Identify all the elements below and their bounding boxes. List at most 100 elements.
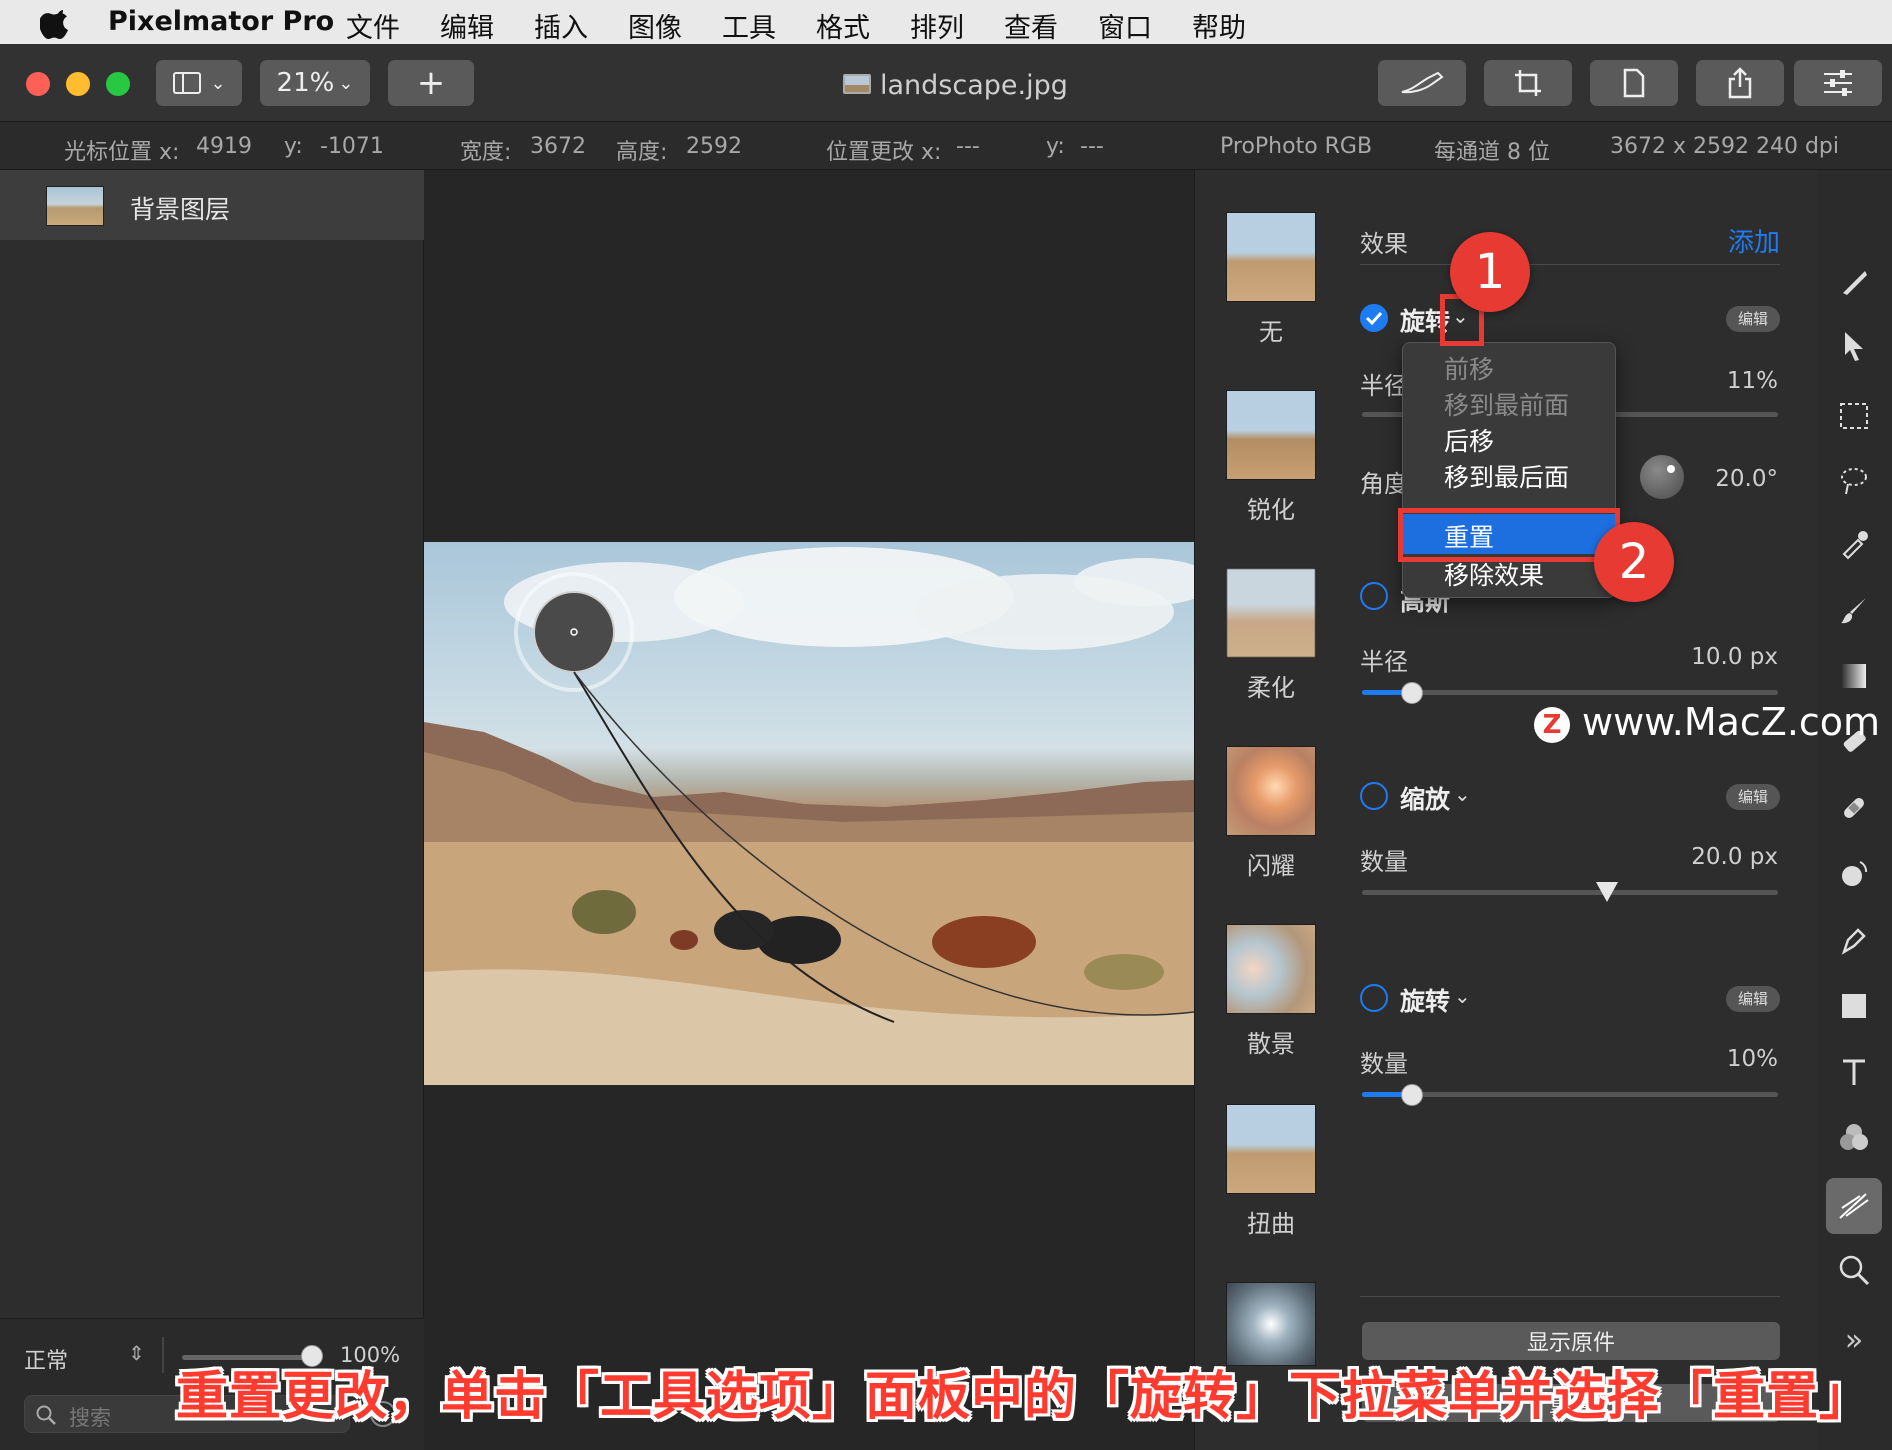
twirl-radius-value: 11% <box>1726 368 1778 394</box>
preset-label-none: 无 <box>1259 318 1283 346</box>
checkmark-icon <box>1365 311 1383 326</box>
menu-item-bring-forward[interactable]: 前移 <box>1444 350 1494 386</box>
up-down-chevron-icon[interactable]: ⇕ <box>128 1341 145 1365</box>
menu-item-bring-to-front[interactable]: 移到最前面 <box>1444 386 1569 422</box>
style-tool-icon[interactable] <box>1834 262 1874 302</box>
highlight-box-reset <box>1398 508 1620 562</box>
zoom-dropdown-chevron[interactable]: ⌄ <box>1454 782 1471 806</box>
preset-thumbnail-bokeh[interactable] <box>1226 924 1316 1014</box>
blur-radius-slider-knob[interactable] <box>1400 682 1423 704</box>
lasso-select-icon[interactable] <box>1834 460 1874 500</box>
twirl2-amount-slider-knob[interactable] <box>1400 1084 1423 1106</box>
share-button[interactable] <box>1696 60 1784 106</box>
retouch-icon[interactable] <box>1834 854 1874 894</box>
sidebar-toggle-button[interactable]: ⌄ <box>156 60 242 106</box>
document-icon <box>1623 68 1645 98</box>
apple-icon[interactable] <box>40 4 74 40</box>
menu-insert[interactable]: 插入 <box>534 6 588 45</box>
twirl-angle-dial[interactable] <box>1640 455 1684 499</box>
preset-label-distort: 扭曲 <box>1247 1210 1295 1238</box>
chevron-down-icon: ⌄ <box>210 72 226 94</box>
sliders-icon <box>1824 70 1852 96</box>
zoom-level: 21% <box>276 68 335 98</box>
app-name[interactable]: Pixelmator Pro <box>108 6 334 37</box>
gradient-icon[interactable] <box>1834 656 1874 696</box>
twirl2-effect-checkbox[interactable] <box>1360 984 1388 1012</box>
cursor-y-label: y: <box>284 134 303 159</box>
preset-label-soften: 柔化 <box>1247 674 1295 702</box>
menu-view[interactable]: 查看 <box>1004 6 1058 45</box>
menu-format[interactable]: 格式 <box>816 6 870 45</box>
twirl2-amount-slider[interactable] <box>1362 1092 1778 1097</box>
document-title: landscape.jpg <box>880 70 1068 101</box>
shape-rectangle-icon[interactable] <box>1834 986 1874 1026</box>
menu-help[interactable]: 帮助 <box>1192 6 1246 45</box>
blur-effect-checkbox[interactable] <box>1360 582 1388 610</box>
effects-tool-button[interactable] <box>1826 1178 1882 1234</box>
minimize-window-button[interactable] <box>66 72 90 96</box>
zoom-amount-slider[interactable] <box>1362 890 1778 895</box>
twirl2-edit-button[interactable]: 编辑 <box>1726 986 1780 1012</box>
menu-image[interactable]: 图像 <box>628 6 682 45</box>
twirl2-amount-value: 10% <box>1726 1046 1778 1072</box>
position-change-y-label: y: <box>1046 134 1065 159</box>
blur-radius-value: 10.0 px <box>1691 644 1778 670</box>
layer-thumbnail <box>46 186 104 226</box>
zoom-amount-value: 20.0 px <box>1691 844 1778 870</box>
layer-name: 背景图层 <box>130 195 231 224</box>
menu-window[interactable]: 窗口 <box>1098 6 1152 45</box>
landscape-photo[interactable] <box>424 542 1194 1085</box>
share-icon <box>1728 67 1752 99</box>
zoom-amount-slider-knob[interactable] <box>1596 882 1619 902</box>
preset-label-bokeh: 散景 <box>1247 1030 1295 1058</box>
layer-row-background[interactable]: 背景图层 <box>0 170 424 240</box>
menu-file[interactable]: 文件 <box>346 6 400 45</box>
preset-thumbnail-soften[interactable] <box>1226 568 1316 658</box>
menu-arrange[interactable]: 排列 <box>910 6 964 45</box>
search-placeholder: 搜索 <box>69 1406 111 1430</box>
blend-mode-select[interactable]: 正常 <box>24 1343 68 1375</box>
preset-thumbnail-none[interactable] <box>1226 212 1316 302</box>
twirl-angle-label: 角度 <box>1360 470 1408 498</box>
menu-edit[interactable]: 编辑 <box>440 6 494 45</box>
close-window-button[interactable] <box>26 72 50 96</box>
chevron-down-icon: ⌄ <box>338 72 354 94</box>
color-adjust-icon[interactable] <box>1834 1118 1874 1158</box>
divider <box>1360 264 1780 265</box>
preset-thumbnail-distort[interactable] <box>1226 1104 1316 1194</box>
preset-thumbnail-glow[interactable] <box>1226 746 1316 836</box>
callout-step-1: 1 <box>1450 232 1530 312</box>
menu-item-send-to-back[interactable]: 移到最后面 <box>1444 458 1569 494</box>
text-tool-icon[interactable] <box>1834 1052 1874 1092</box>
adjustments-button[interactable] <box>1794 60 1882 106</box>
arrange-arrow-icon[interactable] <box>1834 326 1874 366</box>
paint-brush-icon[interactable] <box>1834 590 1874 630</box>
zoom-menu-button[interactable]: 21% ⌄ <box>260 60 370 106</box>
dial-indicator <box>1667 465 1675 473</box>
preset-thumbnail-sharpen[interactable] <box>1226 390 1316 480</box>
crop-button[interactable] <box>1484 60 1572 106</box>
zoom-tool-icon[interactable] <box>1834 1250 1874 1290</box>
pen-tool-icon[interactable] <box>1834 920 1874 960</box>
zoom-window-button[interactable] <box>106 72 130 96</box>
blur-radius-slider[interactable] <box>1362 690 1778 695</box>
twirl2-dropdown-chevron[interactable]: ⌄ <box>1454 984 1471 1008</box>
info-bar: 光标位置 x: 4919 y: -1071 宽度: 3672 高度: 2592 … <box>0 122 1892 170</box>
export-file-button[interactable] <box>1590 60 1678 106</box>
add-button[interactable]: + <box>388 60 474 106</box>
repair-bandage-icon[interactable] <box>1834 788 1874 828</box>
markup-button[interactable] <box>1378 60 1466 106</box>
twirl-effect-checkbox[interactable] <box>1360 304 1388 332</box>
rectangle-select-icon[interactable] <box>1834 396 1874 436</box>
divider <box>162 1337 164 1373</box>
sidebar-icon <box>173 72 202 94</box>
zoom-edit-button[interactable]: 编辑 <box>1726 784 1780 810</box>
color-picker-icon[interactable] <box>1834 524 1874 564</box>
zoom-effect-checkbox[interactable] <box>1360 782 1388 810</box>
image-file-icon <box>843 74 871 94</box>
twirl-edit-button[interactable]: 编辑 <box>1726 306 1780 332</box>
menu-tools[interactable]: 工具 <box>722 6 776 45</box>
color-profile: ProPhoto RGB <box>1220 134 1373 159</box>
menu-item-send-backward[interactable]: 后移 <box>1444 422 1494 458</box>
add-effect-button[interactable]: 添加 <box>1728 222 1780 259</box>
